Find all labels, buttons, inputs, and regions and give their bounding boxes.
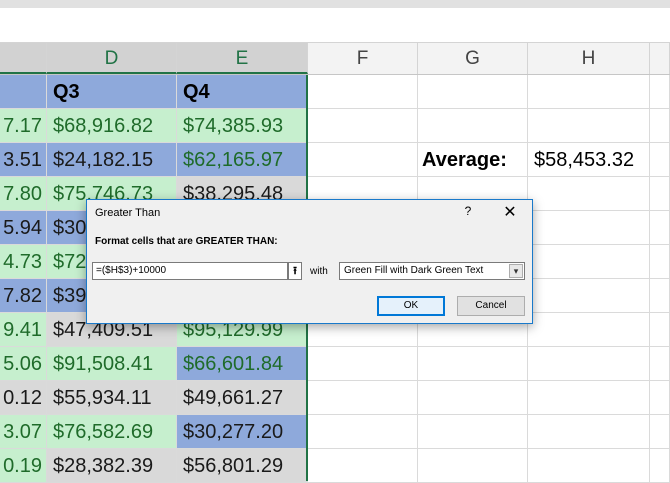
cell-empty[interactable] bbox=[418, 109, 528, 143]
cell-d[interactable]: $76,582.69 bbox=[47, 415, 177, 449]
cell-empty[interactable] bbox=[650, 449, 670, 483]
cell-empty[interactable] bbox=[308, 449, 418, 483]
column-header-c[interactable] bbox=[0, 43, 47, 74]
cell-empty[interactable] bbox=[528, 279, 650, 313]
cell-c[interactable]: 7.80 bbox=[0, 177, 47, 211]
cell-d[interactable]: $24,182.15 bbox=[47, 143, 177, 177]
cell-empty[interactable] bbox=[528, 75, 650, 109]
column-header-h[interactable]: H bbox=[528, 43, 650, 74]
ok-button[interactable]: OK bbox=[377, 296, 445, 316]
cell-empty[interactable] bbox=[650, 415, 670, 449]
cell-empty[interactable] bbox=[650, 313, 670, 347]
cell-empty[interactable] bbox=[308, 143, 418, 177]
dialog-prompt: Format cells that are GREATER THAN: bbox=[95, 236, 278, 247]
table-row: 0.19 $28,382.39 $56,801.29 bbox=[0, 449, 670, 483]
column-headers: D E F G H bbox=[0, 43, 670, 75]
cell-empty[interactable] bbox=[650, 245, 670, 279]
cell-c[interactable]: 0.12 bbox=[0, 381, 47, 415]
formula-bar[interactable] bbox=[0, 8, 670, 43]
cell-c[interactable]: 3.07 bbox=[0, 415, 47, 449]
column-header-g[interactable]: G bbox=[418, 43, 528, 74]
greater-than-dialog: Greater Than ? ✕ Format cells that are G… bbox=[86, 199, 533, 324]
table-row: 0.12 $55,934.11 $49,661.27 bbox=[0, 381, 670, 415]
ribbon-edge bbox=[0, 0, 670, 8]
cell-empty[interactable] bbox=[650, 381, 670, 415]
cell-d[interactable]: Q3 bbox=[47, 75, 177, 109]
cell-empty[interactable] bbox=[528, 245, 650, 279]
cell-empty[interactable] bbox=[418, 415, 528, 449]
cell-empty[interactable] bbox=[650, 109, 670, 143]
column-header-f[interactable]: F bbox=[308, 43, 418, 74]
cell-e[interactable]: $62,165.97 bbox=[177, 143, 308, 177]
table-row: 5.06 $91,508.41 $66,601.84 bbox=[0, 347, 670, 381]
cell-c[interactable]: 7.82 bbox=[0, 279, 47, 313]
format-select-value: Green Fill with Dark Green Text bbox=[344, 265, 484, 276]
table-row: 3.07 $76,582.69 $30,277.20 bbox=[0, 415, 670, 449]
average-value[interactable]: $58,453.32 bbox=[528, 143, 650, 177]
cell-e[interactable]: $74,385.93 bbox=[177, 109, 308, 143]
cell-empty[interactable] bbox=[528, 313, 650, 347]
cell-e[interactable]: $49,661.27 bbox=[177, 381, 308, 415]
cell-empty[interactable] bbox=[650, 75, 670, 109]
cell-empty[interactable] bbox=[418, 449, 528, 483]
column-header-e[interactable]: E bbox=[177, 43, 308, 74]
cell-empty[interactable] bbox=[528, 415, 650, 449]
cell-d[interactable]: $91,508.41 bbox=[47, 347, 177, 381]
table-row: 3.51 $24,182.15 $62,165.97 Average: $58,453.… bbox=[0, 143, 670, 177]
cell-c[interactable]: 5.94 bbox=[0, 211, 47, 245]
table-row: Q3 Q4 bbox=[0, 75, 670, 109]
cell-c[interactable] bbox=[0, 75, 47, 109]
cell-empty[interactable] bbox=[528, 381, 650, 415]
threshold-input[interactable]: =($H$3)+10000 bbox=[92, 262, 288, 280]
cell-c[interactable]: 9.41 bbox=[0, 313, 47, 347]
cell-e[interactable]: $66,601.84 bbox=[177, 347, 308, 381]
cell-empty[interactable] bbox=[308, 75, 418, 109]
cell-empty[interactable] bbox=[650, 279, 670, 313]
cell-empty[interactable] bbox=[650, 211, 670, 245]
cell-empty[interactable] bbox=[650, 143, 670, 177]
cancel-button[interactable]: Cancel bbox=[457, 296, 525, 316]
cell-empty[interactable] bbox=[418, 381, 528, 415]
chevron-down-icon[interactable]: ▾ bbox=[509, 264, 523, 278]
cell-empty[interactable] bbox=[528, 211, 650, 245]
cell-d[interactable]: $68,916.82 bbox=[47, 109, 177, 143]
format-select[interactable]: Green Fill with Dark Green Text ▾ bbox=[339, 262, 525, 280]
column-header-i[interactable] bbox=[650, 43, 670, 74]
cell-c[interactable]: 4.73 bbox=[0, 245, 47, 279]
cell-d[interactable]: $28,382.39 bbox=[47, 449, 177, 483]
cell-empty[interactable] bbox=[528, 109, 650, 143]
column-header-d[interactable]: D bbox=[47, 43, 177, 74]
cell-c[interactable]: 7.17 bbox=[0, 109, 47, 143]
cell-empty[interactable] bbox=[528, 449, 650, 483]
dialog-title: Greater Than bbox=[95, 207, 161, 219]
cell-c[interactable]: 3.51 bbox=[0, 143, 47, 177]
cell-e[interactable]: Q4 bbox=[177, 75, 308, 109]
cell-c[interactable]: 5.06 bbox=[0, 347, 47, 381]
cell-e[interactable]: $56,801.29 bbox=[177, 449, 308, 483]
cell-empty[interactable] bbox=[418, 75, 528, 109]
cell-e[interactable]: $30,277.20 bbox=[177, 415, 308, 449]
cell-empty[interactable] bbox=[650, 347, 670, 381]
cell-c[interactable]: 0.19 bbox=[0, 449, 47, 483]
cell-empty[interactable] bbox=[418, 347, 528, 381]
cell-d[interactable]: $55,934.11 bbox=[47, 381, 177, 415]
cell-empty[interactable] bbox=[308, 347, 418, 381]
average-label[interactable]: Average: bbox=[418, 143, 528, 177]
cell-empty[interactable] bbox=[528, 347, 650, 381]
cell-empty[interactable] bbox=[308, 381, 418, 415]
cell-empty[interactable] bbox=[528, 177, 650, 211]
collapse-range-icon[interactable]: ⭱ bbox=[288, 262, 302, 280]
cell-empty[interactable] bbox=[308, 415, 418, 449]
table-row: 7.17 $68,916.82 $74,385.93 bbox=[0, 109, 670, 143]
close-icon[interactable]: ✕ bbox=[501, 202, 519, 222]
cell-empty[interactable] bbox=[650, 177, 670, 211]
cell-empty[interactable] bbox=[308, 109, 418, 143]
with-label: with bbox=[310, 266, 328, 277]
help-icon[interactable]: ? bbox=[461, 204, 475, 218]
